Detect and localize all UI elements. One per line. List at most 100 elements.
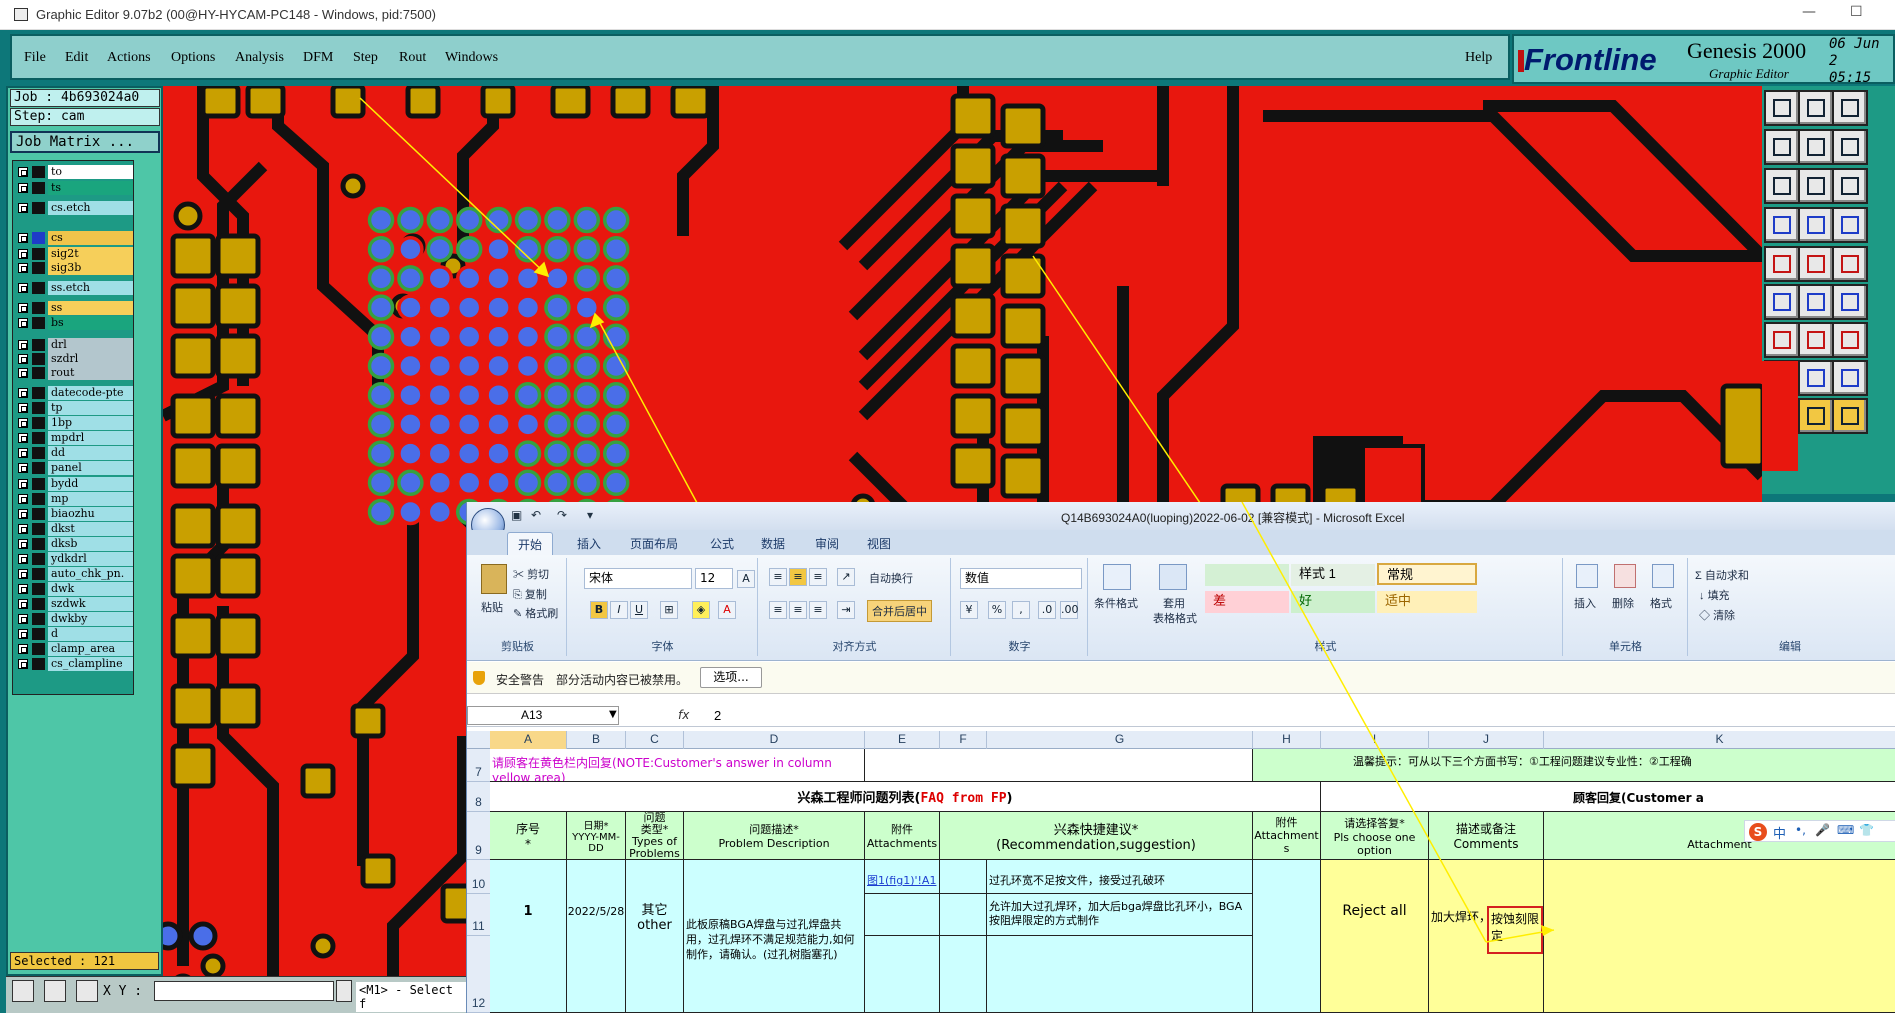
- layer-checkbox[interactable]: [18, 539, 28, 549]
- grid-icon[interactable]: [1798, 207, 1834, 243]
- menu-edit[interactable]: Edit: [65, 50, 88, 66]
- layer-row[interactable]: mp: [15, 492, 133, 506]
- display-icon[interactable]: [1764, 207, 1800, 243]
- menu-rout[interactable]: Rout: [399, 50, 426, 66]
- layer-checkbox[interactable]: [18, 388, 28, 398]
- layer-row[interactable]: d: [15, 627, 133, 641]
- layer-row[interactable]: auto_chk_pn.: [15, 567, 133, 581]
- zoom-in-icon[interactable]: [1798, 168, 1834, 204]
- layer-row[interactable]: to: [15, 165, 133, 179]
- menu-actions[interactable]: Actions: [107, 50, 151, 66]
- rotate-icon[interactable]: [1832, 129, 1868, 165]
- layer-row[interactable]: clamp_area: [15, 642, 133, 656]
- layer-row[interactable]: mpdrl: [15, 431, 133, 445]
- layer-row[interactable]: panel: [15, 461, 133, 475]
- net-icon[interactable]: [1764, 284, 1800, 320]
- menu-windows[interactable]: Windows: [445, 50, 498, 66]
- rotate-arc-icon[interactable]: [1832, 322, 1868, 358]
- layer-name[interactable]: dwkby: [48, 612, 133, 626]
- layer-checkbox[interactable]: [18, 249, 28, 259]
- layer-name[interactable]: datecode-pte: [48, 386, 133, 400]
- maximize-icon[interactable]: ☐: [1850, 4, 1863, 20]
- layer-checkbox[interactable]: [18, 509, 28, 519]
- fit-icon[interactable]: [1764, 168, 1800, 204]
- layer-name[interactable]: panel: [48, 461, 133, 475]
- layer-row[interactable]: dwk: [15, 582, 133, 596]
- menu-help[interactable]: Help: [1465, 50, 1492, 66]
- layer-checkbox[interactable]: [18, 463, 28, 473]
- layer-checkbox[interactable]: [18, 283, 28, 293]
- measure-icon[interactable]: [1832, 246, 1868, 282]
- line-icon[interactable]: [1764, 322, 1800, 358]
- layer-row[interactable]: dksb: [15, 537, 133, 551]
- layer-checkbox[interactable]: [18, 233, 28, 243]
- layer-checkbox[interactable]: [18, 644, 28, 654]
- layer-row[interactable]: sig3b: [15, 261, 133, 275]
- layer-row[interactable]: biaozhu: [15, 507, 133, 521]
- layer-row[interactable]: szdrl: [15, 352, 133, 366]
- layer-checkbox[interactable]: [18, 569, 28, 579]
- layer-name[interactable]: biaozhu: [48, 507, 133, 521]
- layer-checkbox[interactable]: [18, 614, 28, 624]
- pause-icon[interactable]: [336, 980, 352, 1002]
- layer-checkbox[interactable]: [18, 303, 28, 313]
- layer-checkbox[interactable]: [18, 167, 28, 177]
- layer-row[interactable]: sig2t: [15, 247, 133, 261]
- layer-name[interactable]: to: [48, 165, 133, 179]
- undo-step-icon[interactable]: [1764, 129, 1800, 165]
- layer-name[interactable]: d: [48, 627, 133, 641]
- menu-step[interactable]: Step: [353, 50, 378, 66]
- layer-checkbox[interactable]: [18, 448, 28, 458]
- layer-row[interactable]: bs: [15, 316, 133, 330]
- layer-name[interactable]: ss.etch: [48, 281, 133, 295]
- layer-checkbox[interactable]: [18, 494, 28, 504]
- layer-name[interactable]: ts: [48, 181, 133, 195]
- redo-step-icon[interactable]: [1798, 129, 1834, 165]
- layer-row[interactable]: dwkby: [15, 612, 133, 626]
- layer-name[interactable]: mp: [48, 492, 133, 506]
- select-layer-icon[interactable]: [1798, 246, 1834, 282]
- home-icon[interactable]: [1832, 90, 1868, 126]
- layer-name[interactable]: dksb: [48, 537, 133, 551]
- save-icon[interactable]: [1798, 90, 1834, 126]
- layer-name[interactable]: cs.etch: [48, 201, 133, 215]
- layer-checkbox[interactable]: [18, 203, 28, 213]
- layer-checkbox[interactable]: [18, 433, 28, 443]
- open-icon[interactable]: [1764, 90, 1800, 126]
- layer-checkbox[interactable]: [18, 629, 28, 639]
- layer-name[interactable]: drl: [48, 338, 133, 352]
- menu-file[interactable]: File: [24, 50, 46, 66]
- xy-input[interactable]: [154, 981, 334, 1001]
- tri-edit-icon[interactable]: [1798, 398, 1834, 434]
- layer-name[interactable]: szdwk: [48, 597, 133, 611]
- layer-row[interactable]: tp: [15, 401, 133, 415]
- layer-name[interactable]: mpdrl: [48, 431, 133, 445]
- layer-name[interactable]: dd: [48, 446, 133, 460]
- layer-checkbox[interactable]: [18, 318, 28, 328]
- layer-row[interactable]: datecode-pte: [15, 386, 133, 400]
- menu-analysis[interactable]: Analysis: [235, 50, 284, 66]
- layer-name[interactable]: auto_chk_pn.: [48, 567, 133, 581]
- layer-row[interactable]: ss.etch: [15, 281, 133, 295]
- layer-checkbox[interactable]: [18, 354, 28, 364]
- layer-name[interactable]: bydd: [48, 477, 133, 491]
- cut-icon[interactable]: [1832, 360, 1868, 396]
- layer-row[interactable]: cs_clampline: [15, 657, 133, 671]
- layer-name[interactable]: sig2t: [48, 247, 133, 261]
- layer-checkbox[interactable]: [18, 524, 28, 534]
- layer-row[interactable]: dd: [15, 446, 133, 460]
- layer-row[interactable]: ydkdrl: [15, 552, 133, 566]
- minimize-icon[interactable]: —: [1802, 4, 1816, 20]
- layer-checkbox[interactable]: [18, 340, 28, 350]
- layer-checkbox[interactable]: [18, 368, 28, 378]
- layer-checkbox[interactable]: [18, 599, 28, 609]
- layer-name[interactable]: clamp_area: [48, 642, 133, 656]
- layer-checkbox[interactable]: [18, 584, 28, 594]
- arc-icon[interactable]: [1798, 322, 1834, 358]
- layer-checkbox[interactable]: [18, 403, 28, 413]
- measure-tool-icon[interactable]: [44, 980, 66, 1002]
- layer-name[interactable]: sig3b: [48, 261, 133, 275]
- layer-row[interactable]: dkst: [15, 522, 133, 536]
- snap-icon[interactable]: [1832, 207, 1868, 243]
- layer-name[interactable]: szdrl: [48, 352, 133, 366]
